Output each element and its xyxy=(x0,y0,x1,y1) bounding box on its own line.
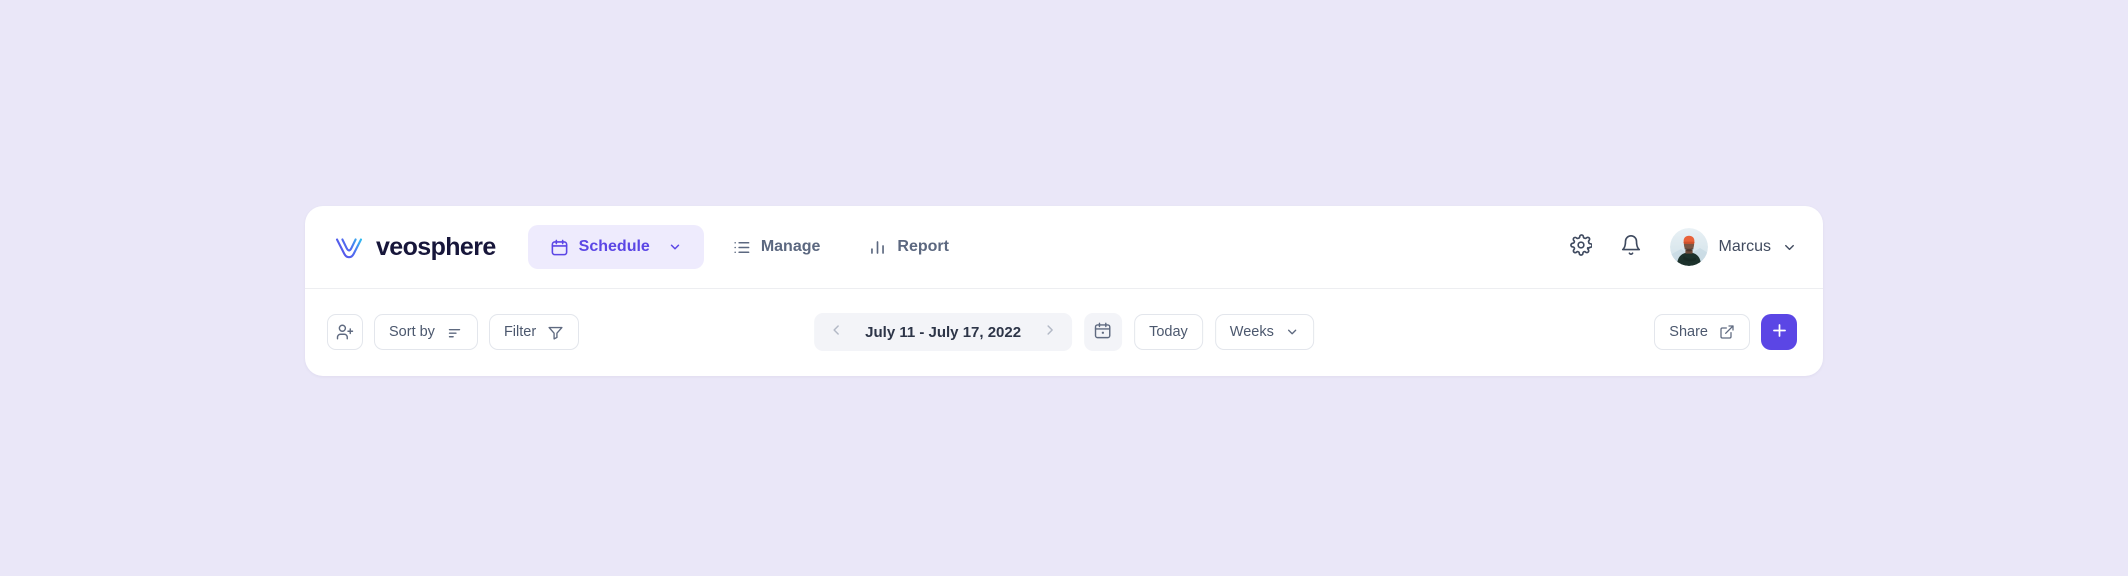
nav-item-report[interactable]: Report xyxy=(848,225,969,269)
filter-label: Filter xyxy=(503,324,537,340)
chevron-right-icon xyxy=(1042,322,1058,343)
chevron-down-icon xyxy=(668,240,682,254)
funnel-icon xyxy=(547,324,564,341)
avatar xyxy=(1669,228,1708,266)
toolbar-right-group: Share xyxy=(1654,314,1797,350)
gear-icon xyxy=(1569,233,1593,261)
view-mode-label: Weeks xyxy=(1229,324,1274,340)
settings-button[interactable] xyxy=(1566,232,1596,262)
user-name: Marcus xyxy=(1718,238,1771,255)
brand-name: veosphere xyxy=(376,232,496,261)
nav-item-schedule[interactable]: Schedule xyxy=(527,225,704,269)
today-button[interactable]: Today xyxy=(1134,314,1203,350)
chevron-down-icon xyxy=(1285,325,1299,339)
calendar-icon xyxy=(550,238,569,257)
chevron-left-icon xyxy=(828,322,844,343)
next-period-button[interactable] xyxy=(1036,318,1064,346)
user-menu[interactable]: Marcus xyxy=(1669,228,1797,266)
external-link-icon xyxy=(1719,324,1735,340)
brand-logo[interactable]: veosphere xyxy=(333,231,496,263)
header-actions: Marcus xyxy=(1566,228,1797,266)
share-label: Share xyxy=(1669,324,1708,340)
nav-item-label: Schedule xyxy=(578,238,650,255)
app-header: veosphere Schedule Manage Report Marcus xyxy=(305,206,1823,289)
toolbar: Sort by Filter July 11 - July 17, 2022 T… xyxy=(305,289,1823,375)
plus-icon xyxy=(1770,321,1789,343)
date-range-pill: July 11 - July 17, 2022 xyxy=(814,313,1073,351)
sort-by-button[interactable]: Sort by xyxy=(374,314,478,350)
app-card: veosphere Schedule Manage Report Marcus … xyxy=(305,206,1823,376)
create-event-button[interactable] xyxy=(1761,314,1797,350)
nav-item-label: Report xyxy=(897,238,949,255)
toolbar-left-group: Sort by Filter xyxy=(327,314,580,350)
date-picker-button[interactable] xyxy=(1084,313,1123,351)
view-mode-select[interactable]: Weeks xyxy=(1214,314,1314,350)
notifications-button[interactable] xyxy=(1616,232,1646,262)
filter-button[interactable]: Filter xyxy=(488,314,580,350)
sort-icon xyxy=(446,324,463,341)
share-button[interactable]: Share xyxy=(1654,314,1750,350)
main-nav: Schedule Manage Report xyxy=(527,225,969,269)
chevron-down-icon xyxy=(1782,240,1797,255)
date-range-label[interactable]: July 11 - July 17, 2022 xyxy=(852,324,1034,341)
nav-item-manage[interactable]: Manage xyxy=(712,225,841,269)
veosphere-v-mark-icon xyxy=(333,231,365,263)
add-person-button[interactable] xyxy=(327,314,363,350)
sort-by-label: Sort by xyxy=(389,324,435,340)
list-icon xyxy=(732,238,751,257)
bar-chart-icon xyxy=(868,238,887,257)
prev-period-button[interactable] xyxy=(822,318,850,346)
today-label: Today xyxy=(1149,324,1188,340)
nav-item-label: Manage xyxy=(760,238,821,255)
bell-icon xyxy=(1620,234,1642,261)
add-person-icon xyxy=(336,323,354,341)
calendar-icon xyxy=(1094,321,1113,343)
date-navigation: July 11 - July 17, 2022 Today Weeks xyxy=(814,313,1314,351)
